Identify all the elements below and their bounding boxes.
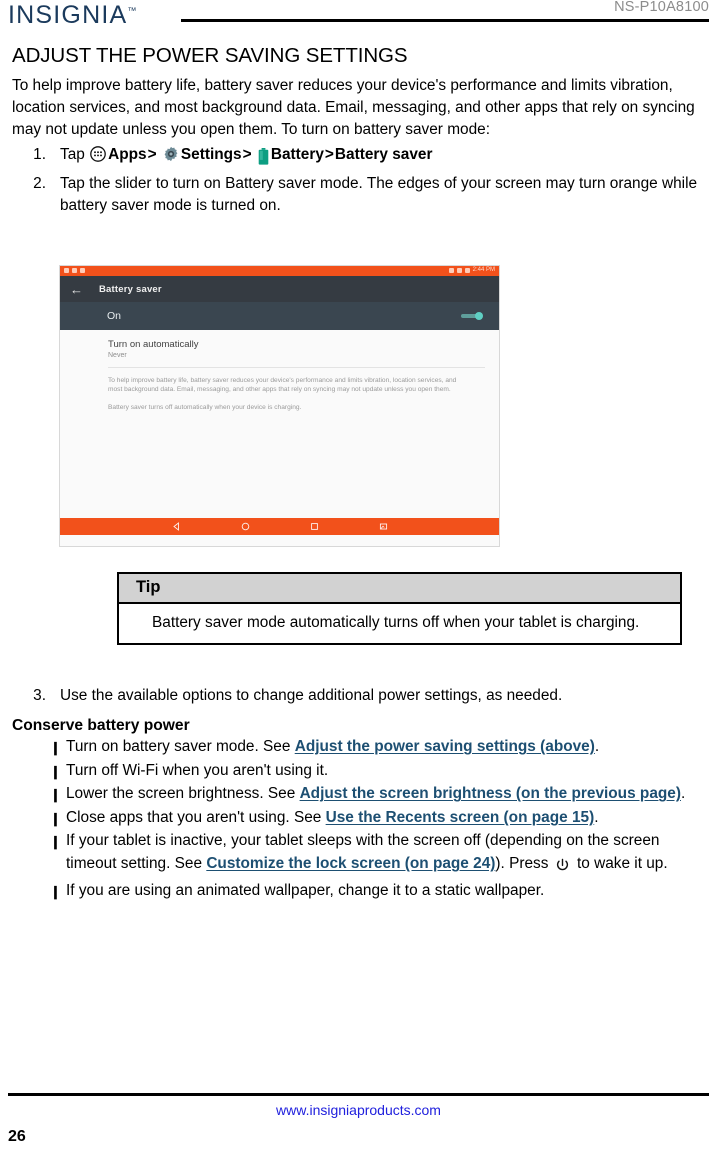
battery-icon	[258, 147, 269, 169]
screenshot-status-bar: 2:44 PM	[60, 266, 499, 276]
screenshot-nav-bar	[60, 518, 499, 535]
step-text-3: Use the available options to change addi…	[60, 687, 563, 704]
apps-grid-icon	[90, 146, 106, 169]
bluetooth-icon	[448, 267, 454, 273]
battery-label: Battery	[270, 146, 324, 163]
screenshot-switch-label: On	[107, 310, 122, 322]
page-title: ADJUST THE POWER SAVING SETTINGS	[12, 44, 408, 67]
status-bar-left-icons	[64, 267, 85, 273]
bullet-marker: ❙	[50, 810, 61, 826]
list-item: ❙ Close apps that you aren't using. See U…	[12, 807, 709, 830]
screenshot-app-bar: ← Battery saver	[60, 276, 499, 302]
link-use-recents-screen[interactable]: Use the Recents screen (on page 15)	[326, 809, 595, 826]
step-number-2: 2.	[33, 175, 46, 192]
screenshot-description-2: Battery saver turns off automatically wh…	[108, 404, 302, 411]
page-header: NS-P10A8100 INSIGNIA™	[0, 0, 717, 30]
trademark-symbol: ™	[127, 5, 137, 16]
screenshot-description-1: To help improve battery life, battery sa…	[108, 377, 457, 393]
screenshot-switch-row[interactable]: On	[60, 302, 499, 330]
back-arrow-icon[interactable]: ←	[70, 283, 83, 296]
footer-divider	[8, 1093, 709, 1096]
bullet-text-post: .	[680, 785, 686, 803]
screenshot-list-item-title: Turn on automatically	[108, 339, 199, 350]
list-item: ❙ Turn off Wi-Fi when you aren't using it…	[12, 760, 709, 783]
page-number: 26	[8, 1128, 26, 1145]
bullet-marker: ❙	[50, 740, 61, 755]
bullet-marker: ❙	[50, 763, 61, 779]
tablet-screenshot: 2:44 PM ← Battery saver On Turn on autom…	[59, 265, 500, 547]
header-divider	[181, 19, 709, 22]
step-text-2: Tap the slider to turn on Battery saver …	[60, 175, 698, 214]
screenshot-list-item-subtitle: Never	[108, 352, 127, 359]
bullet-marker: ❙	[50, 834, 61, 850]
step-number-3: 3.	[33, 687, 46, 704]
tip-box-header: Tip	[119, 574, 680, 604]
brand-logo-text: INSIGNIA	[8, 1, 128, 29]
home-circle-icon[interactable]	[241, 518, 250, 536]
back-triangle-icon[interactable]	[172, 518, 181, 536]
step-item-2: 2. Tap the slider to turn on Battery save…	[12, 173, 709, 217]
screenshot-list-item[interactable]: Turn on automatically Never	[60, 330, 499, 359]
link-customize-lock-screen[interactable]: Customize the lock screen (on page 24)	[206, 855, 495, 872]
brand-logo: INSIGNIA™	[8, 1, 136, 30]
main-content: ADJUST THE POWER SAVING SETTINGS To help…	[12, 44, 709, 221]
step-tap-label: Tap	[60, 146, 85, 163]
link-adjust-power-saving[interactable]: Adjust the power saving settings (above)	[295, 738, 595, 755]
wifi-icon	[80, 267, 85, 273]
bullet-text-pre: Turn on battery saver mode. See	[66, 738, 295, 755]
power-icon	[554, 856, 571, 879]
screenshot-body: Turn on automatically Never To help impr…	[60, 330, 499, 535]
bullet-text-pre: If you are using an animated wallpaper, …	[66, 881, 545, 899]
bullet-marker: ❙	[50, 787, 61, 803]
step-separator-3: >	[324, 146, 334, 163]
footer-url-text: www.insigniaproducts.com	[276, 1102, 441, 1118]
download-icon	[72, 267, 77, 273]
model-number: NS-P10A8100	[614, 0, 709, 15]
status-bar-right-icons: 2:44 PM	[448, 267, 495, 273]
screenshot-app-bar-title: Battery saver	[99, 283, 162, 295]
bullet-text-post: ). Press	[495, 854, 553, 872]
steps-list-continued: 3. Use the available options to change ad…	[12, 685, 709, 707]
footer-url[interactable]: www.insigniaproducts.com	[0, 1102, 717, 1118]
tip-box-body: Battery saver mode automatically turns o…	[152, 614, 640, 631]
recents-square-icon[interactable]	[310, 518, 319, 536]
link-adjust-screen-brightness[interactable]: Adjust the screen brightness (on the pre…	[300, 785, 681, 802]
settings-label: Settings	[180, 146, 242, 163]
bullet-text-post: .	[594, 738, 600, 755]
conserve-heading: Conserve battery power	[12, 717, 190, 734]
screenshot-icon[interactable]	[379, 518, 388, 536]
bullet-text-post2: to wake it up.	[572, 854, 668, 872]
battery-saver-toggle[interactable]	[461, 312, 483, 320]
steps-list: 1. Tap Apps> Settings> Battery>Battery sa…	[12, 144, 709, 217]
conserve-bullet-list: ❙ Turn on battery saver mode. See Adjust …	[12, 736, 709, 902]
battery-status-icon	[464, 267, 470, 273]
intro-paragraph: To help improve battery life, battery sa…	[12, 77, 695, 138]
sim-icon	[64, 267, 69, 273]
bullet-marker: ❙	[50, 883, 61, 899]
gear-icon	[163, 146, 179, 169]
bullet-text-pre: Turn off Wi-Fi when you aren't using it.	[66, 761, 329, 779]
wifi-signal-icon	[456, 267, 462, 273]
list-item: ❙ Lower the screen brightness. See Adjust…	[12, 783, 709, 806]
list-item: ❙ If your tablet is inactive, your tablet…	[12, 830, 709, 878]
lower-section: 3. Use the available options to change ad…	[12, 682, 709, 903]
list-item: ❙ Turn on battery saver mode. See Adjust …	[12, 736, 709, 759]
step-number-1: 1.	[33, 146, 46, 163]
bullet-text-pre: Close apps that you aren't using. See	[66, 808, 326, 826]
step-separator-2: >	[242, 146, 252, 163]
status-bar-time: 2:44 PM	[472, 267, 495, 273]
battery-saver-label: Battery saver	[334, 146, 433, 163]
tip-box: Tip Battery saver mode automatically tur…	[117, 572, 682, 645]
list-item: ❙ If you are using an animated wallpaper,…	[12, 880, 709, 903]
toggle-knob	[475, 312, 483, 320]
step-separator-1: >	[147, 146, 157, 163]
step-item-1: 1. Tap Apps> Settings> Battery>Battery sa…	[12, 144, 709, 169]
bullet-text-post: .	[594, 808, 599, 826]
step-item-3: 3. Use the available options to change ad…	[12, 685, 709, 707]
apps-label: Apps	[108, 146, 147, 163]
bullet-text-pre: Lower the screen brightness. See	[66, 785, 300, 803]
